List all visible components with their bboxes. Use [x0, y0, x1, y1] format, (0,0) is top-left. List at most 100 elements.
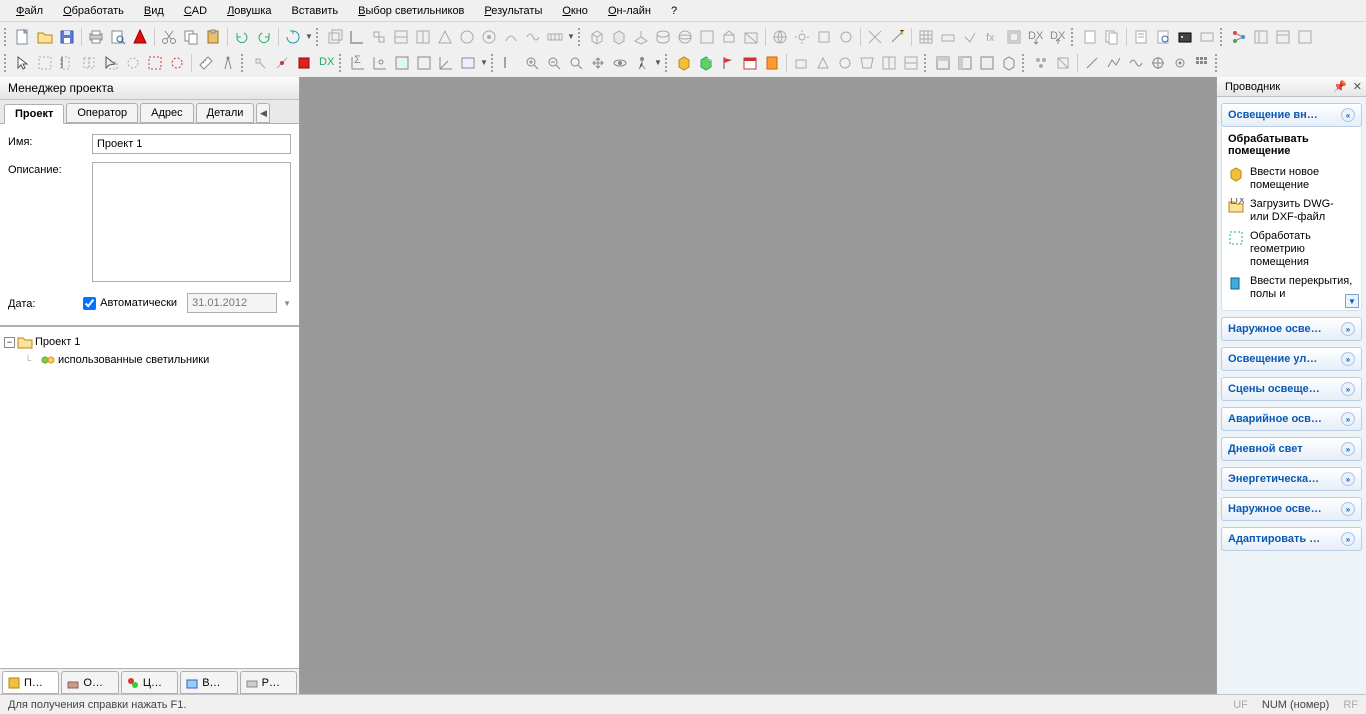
- desc-textarea[interactable]: [92, 162, 291, 282]
- sel-4-icon[interactable]: [100, 52, 122, 74]
- open-icon[interactable]: [34, 26, 56, 48]
- close-icon[interactable]: ✕: [1353, 80, 1362, 93]
- flag-icon[interactable]: [717, 52, 739, 74]
- tree-root-label[interactable]: Проект 1: [35, 336, 80, 348]
- menu-online[interactable]: Он-лайн: [598, 3, 661, 19]
- line-icon[interactable]: [1081, 52, 1103, 74]
- tb-icon-a1[interactable]: [813, 26, 835, 48]
- cube-3-icon[interactable]: [630, 26, 652, 48]
- calendar-icon[interactable]: [739, 52, 761, 74]
- menu-view[interactable]: Вид: [134, 3, 174, 19]
- doc-3-icon[interactable]: [1130, 26, 1152, 48]
- cad-2-icon[interactable]: [346, 26, 368, 48]
- doc-5-icon[interactable]: [1174, 26, 1196, 48]
- coord-2-icon[interactable]: [369, 52, 391, 74]
- tree-icon[interactable]: [1228, 26, 1250, 48]
- tab-scroll-left[interactable]: ◀: [256, 103, 270, 123]
- cube-8-icon[interactable]: [740, 26, 762, 48]
- cube-1-icon[interactable]: [586, 26, 608, 48]
- cad-9-icon[interactable]: [500, 26, 522, 48]
- coord-1-icon[interactable]: Σ: [347, 52, 369, 74]
- sb-item-load-dwg[interactable]: DXF Загрузить DWG- или DXF-файл: [1226, 195, 1357, 227]
- shapes-5-icon[interactable]: [878, 52, 900, 74]
- tab-address[interactable]: Адрес: [140, 103, 194, 123]
- cube-4-icon[interactable]: [652, 26, 674, 48]
- sb-more-dropdown[interactable]: ▼: [1345, 294, 1359, 308]
- btab-4[interactable]: Р…: [240, 671, 297, 694]
- sel-1-icon[interactable]: [34, 52, 56, 74]
- tool2-1-icon[interactable]: [499, 52, 521, 74]
- view-top-icon[interactable]: [932, 52, 954, 74]
- compass-icon[interactable]: [217, 52, 239, 74]
- view-iso-icon[interactable]: [998, 52, 1020, 74]
- sb-header-energy[interactable]: Энергетическа…»: [1221, 467, 1362, 491]
- name-input[interactable]: [92, 134, 291, 154]
- tb-icon-b2[interactable]: [959, 26, 981, 48]
- sb-header-outdoor2[interactable]: Наружное осве…»: [1221, 497, 1362, 521]
- project-tree[interactable]: − Проект 1 └ использованные светильники: [0, 326, 299, 668]
- pin-icon[interactable]: 📌: [1333, 80, 1347, 93]
- cut-icon[interactable]: [158, 26, 180, 48]
- sb-header-outdoor-lighting[interactable]: Наружное осве…»: [1221, 317, 1362, 341]
- tb-icon-a2[interactable]: [835, 26, 857, 48]
- sel-2-icon[interactable]: [56, 52, 78, 74]
- measure-icon[interactable]: [195, 52, 217, 74]
- view-front-icon[interactable]: [976, 52, 998, 74]
- sb-item-floors[interactable]: Ввести перекрытия, полы и: [1226, 272, 1357, 304]
- new-icon[interactable]: [12, 26, 34, 48]
- sun-icon[interactable]: [791, 26, 813, 48]
- grid-icon[interactable]: [915, 26, 937, 48]
- tab-details[interactable]: Детали: [196, 103, 255, 123]
- cad-10-icon[interactable]: [522, 26, 544, 48]
- polyline-icon[interactable]: [1103, 52, 1125, 74]
- nav-dropdown-icon[interactable]: ▼: [653, 52, 663, 74]
- sb-item-edit-geometry[interactable]: Обработать геометрию помещения: [1226, 227, 1357, 272]
- room-icon[interactable]: [673, 52, 695, 74]
- tb-icon-b3[interactable]: fx: [981, 26, 1003, 48]
- matrix-icon[interactable]: [1191, 52, 1213, 74]
- sb-header-adapt[interactable]: Адаптировать …»: [1221, 527, 1362, 551]
- coord-6-icon[interactable]: [457, 52, 479, 74]
- btab-1[interactable]: О…: [61, 671, 118, 694]
- menu-insert[interactable]: Вставить: [282, 3, 349, 19]
- copy-icon[interactable]: [180, 26, 202, 48]
- cad-5-icon[interactable]: [412, 26, 434, 48]
- dxf-out-icon[interactable]: DXF: [1025, 26, 1047, 48]
- tree-collapse-icon[interactable]: −: [4, 337, 15, 348]
- menu-file[interactable]: Файл: [6, 3, 53, 19]
- layout-2-icon[interactable]: [1272, 26, 1294, 48]
- sel-6-icon[interactable]: [144, 52, 166, 74]
- tb-icon-b4[interactable]: [1003, 26, 1025, 48]
- undo-icon[interactable]: [231, 26, 253, 48]
- date-dropdown-icon[interactable]: ▼: [283, 299, 291, 308]
- coord-5-icon[interactable]: [435, 52, 457, 74]
- cad-11-icon[interactable]: [544, 26, 566, 48]
- menu-cad[interactable]: CAD: [174, 3, 217, 19]
- pdf-icon[interactable]: [129, 26, 151, 48]
- menu-help[interactable]: ?: [661, 3, 687, 19]
- spline-icon[interactable]: [1125, 52, 1147, 74]
- rotate-icon[interactable]: [282, 26, 304, 48]
- sb-header-daylight[interactable]: Дневной свет»: [1221, 437, 1362, 461]
- shapes-2-icon[interactable]: [812, 52, 834, 74]
- tb-icon-b1[interactable]: [937, 26, 959, 48]
- sel-5-icon[interactable]: [122, 52, 144, 74]
- cad-1-icon[interactable]: [324, 26, 346, 48]
- snap-2-icon[interactable]: [271, 52, 293, 74]
- menu-edit[interactable]: Обработать: [53, 3, 134, 19]
- shapes-1-icon[interactable]: [790, 52, 812, 74]
- menu-luminaires[interactable]: Выбор светильников: [348, 3, 474, 19]
- redo-icon[interactable]: [253, 26, 275, 48]
- add-room-icon[interactable]: +: [695, 52, 717, 74]
- cad-6-icon[interactable]: [434, 26, 456, 48]
- pointer-icon[interactable]: [12, 52, 34, 74]
- shapes-3-icon[interactable]: [834, 52, 856, 74]
- rotate-dropdown-icon[interactable]: ▼: [304, 26, 314, 48]
- menu-window[interactable]: Окно: [552, 3, 598, 19]
- menu-trap[interactable]: Ловушка: [217, 3, 281, 19]
- wand-icon[interactable]: [886, 26, 908, 48]
- canvas-area[interactable]: [300, 77, 1216, 694]
- cad-7-icon[interactable]: [456, 26, 478, 48]
- view-side-icon[interactable]: [954, 52, 976, 74]
- zoom-in-icon[interactable]: [521, 52, 543, 74]
